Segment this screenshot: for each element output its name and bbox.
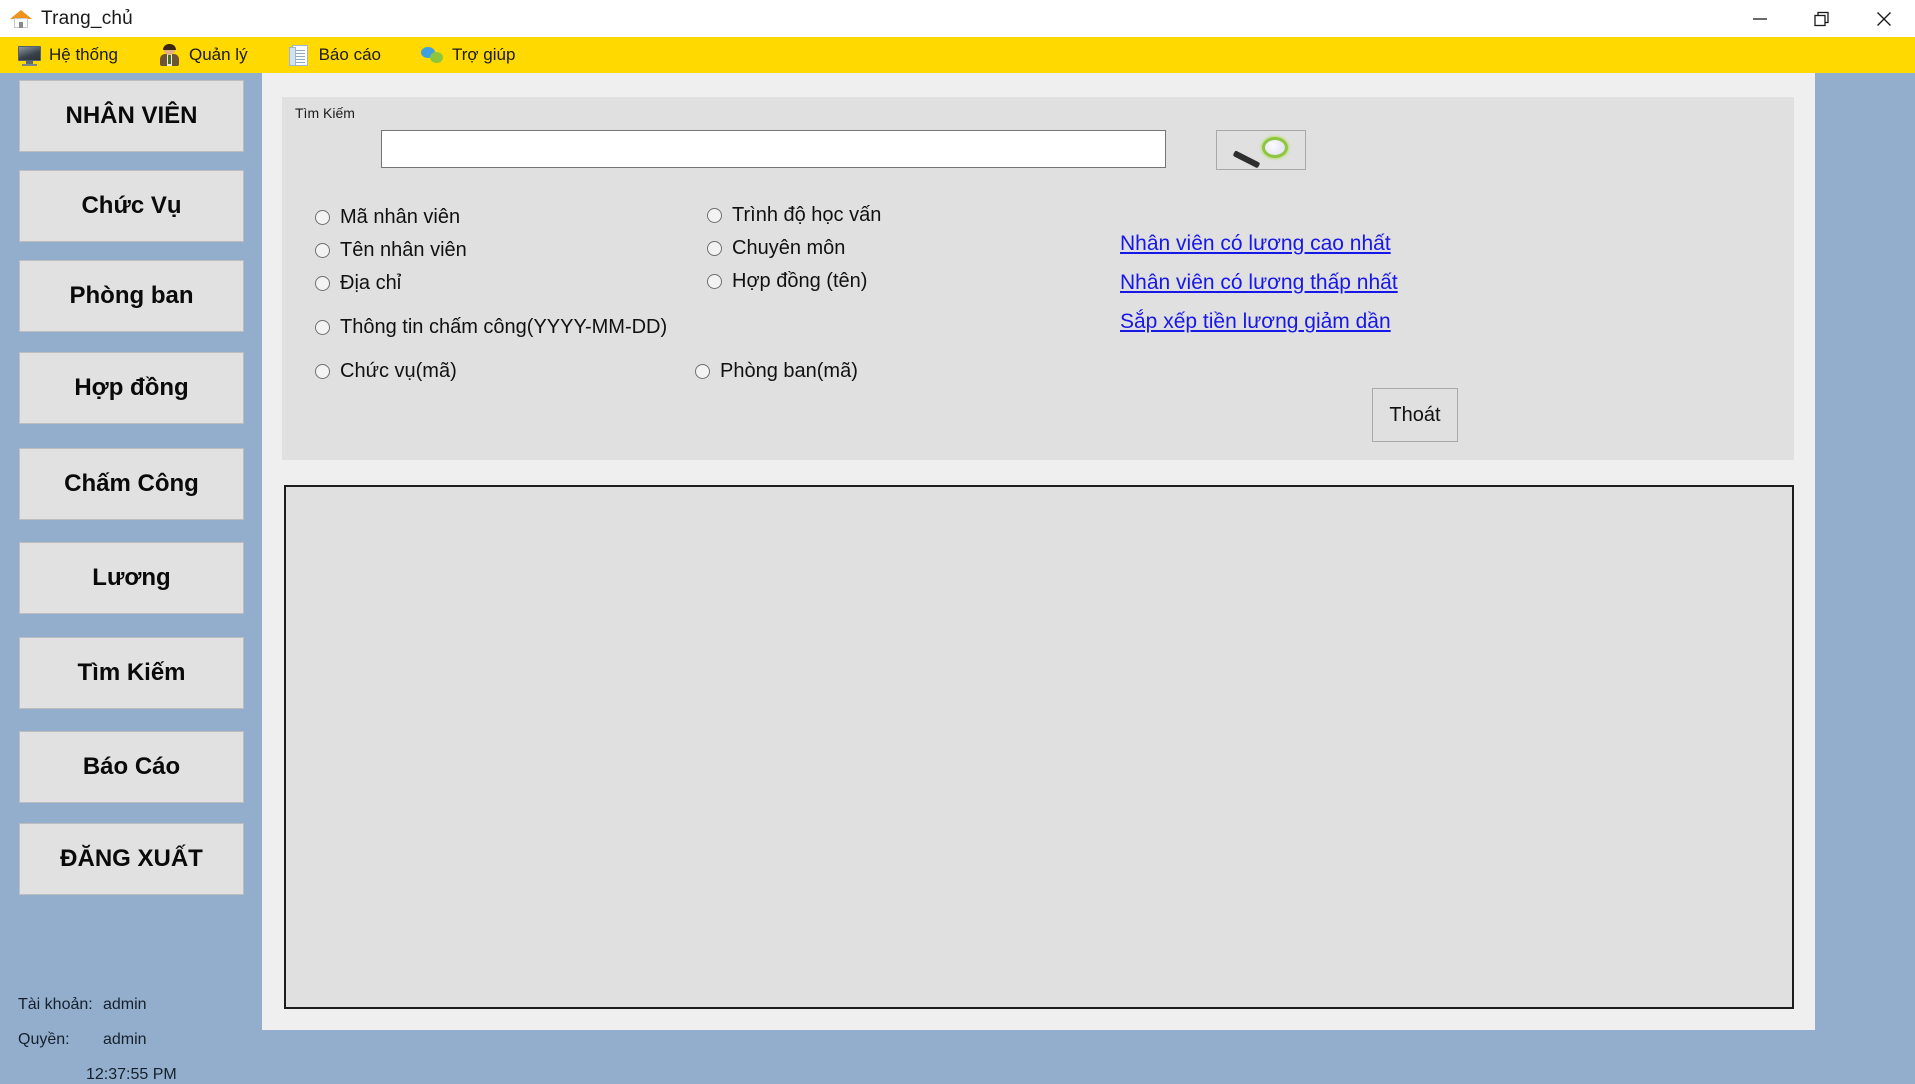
menu-item-label: Quản lý <box>189 45 248 64</box>
radio-thong-tin-cham-cong[interactable]: Thông tin chấm công(YYYY-MM-DD) <box>315 316 667 339</box>
sidebar-item-phong-ban[interactable]: Phòng ban <box>19 260 244 332</box>
menu-item-he-thong[interactable]: Hệ thống <box>18 45 118 66</box>
sidebar-item-nhan-vien[interactable]: NHÂN VIÊN <box>19 80 244 152</box>
radio-hop-dong-ten[interactable]: Hợp đồng (tên) <box>707 270 867 293</box>
role-label: Quyền: <box>18 1031 70 1048</box>
sidebar-item-hop-dong[interactable]: Hợp đồng <box>19 352 244 424</box>
document-icon <box>288 44 311 66</box>
menu-item-quan-ly[interactable]: Quản lý <box>158 43 248 66</box>
sidebar-item-label: Chức Vụ <box>81 192 182 219</box>
sidebar-item-label: Phòng ban <box>69 282 194 309</box>
sidebar-item-dang-xuat[interactable]: ĐĂNG XUẤT <box>19 823 244 895</box>
radio-indicator <box>707 241 722 256</box>
radio-indicator <box>695 364 710 379</box>
radio-chuc-vu-ma[interactable]: Chức vụ(mã) <box>315 360 457 383</box>
radio-label: Trình độ học vấn <box>732 204 882 226</box>
account-label: Tài khoản: <box>18 996 93 1013</box>
radio-label: Địa chỉ <box>340 272 402 294</box>
link-luong-thap-nhat[interactable]: Nhân viên có lương thấp nhất <box>1120 271 1398 295</box>
menu-item-tro-giup[interactable]: Trợ giúp <box>420 45 516 66</box>
minimize-icon[interactable] <box>1729 0 1791 37</box>
sidebar-item-label: Hợp đồng <box>74 374 189 401</box>
window-title-group: Trang_chủ <box>10 0 133 37</box>
main-content: Tìm Kiếm Mã nhân viên Tên nhân viên Địa … <box>262 73 1815 1030</box>
radio-ma-nhan-vien[interactable]: Mã nhân viên <box>315 206 460 229</box>
close-icon[interactable] <box>1853 0 1915 37</box>
radio-label: Chức vụ(mã) <box>340 360 457 382</box>
sidebar-item-label: NHÂN VIÊN <box>65 102 198 129</box>
sidebar-item-luong[interactable]: Lương <box>19 542 244 614</box>
clock-text: 12:37:55 PM <box>86 1066 177 1083</box>
search-input[interactable] <box>381 130 1166 168</box>
radio-indicator <box>315 320 330 335</box>
radio-indicator <box>707 208 722 223</box>
home-icon <box>10 9 32 29</box>
sidebar-item-cham-cong[interactable]: Chấm Công <box>19 448 244 520</box>
radio-chuyen-mon[interactable]: Chuyên môn <box>707 237 845 260</box>
radio-ten-nhan-vien[interactable]: Tên nhân viên <box>315 239 467 262</box>
radio-label: Chuyên môn <box>732 237 846 259</box>
radio-indicator <box>315 210 330 225</box>
sidebar-item-label: Báo Cáo <box>82 753 181 780</box>
radio-label: Thông tin chấm công(YYYY-MM-DD) <box>340 316 668 338</box>
radio-phong-ban-ma[interactable]: Phòng ban(mã) <box>695 360 858 383</box>
sidebar-item-label: Lương <box>92 564 171 591</box>
monitor-icon <box>18 45 41 66</box>
sidebar-item-label: Chấm Công <box>64 470 199 497</box>
sidebar-item-tim-kiem[interactable]: Tìm Kiếm <box>19 637 244 709</box>
menu-item-label: Hệ thống <box>49 45 118 64</box>
radio-label: Mã nhân viên <box>340 206 461 228</box>
link-sap-xep-giam-dan[interactable]: Sắp xếp tiền lương giảm dần <box>1120 310 1391 334</box>
link-luong-cao-nhat[interactable]: Nhân viên có lương cao nhất <box>1120 232 1391 256</box>
menu-bar: Hệ thống Quản lý Báo cáo Trợ giúp <box>0 37 1915 73</box>
exit-button[interactable]: Thoát <box>1372 388 1458 442</box>
radio-indicator <box>707 274 722 289</box>
person-icon <box>158 43 181 66</box>
radio-indicator <box>315 276 330 291</box>
radio-label: Phòng ban(mã) <box>720 360 858 382</box>
sidebar-item-bao-cao[interactable]: Báo Cáo <box>19 731 244 803</box>
magnifier-icon <box>1228 137 1294 169</box>
account-row: Tài khoản: admin <box>18 996 258 1014</box>
role-row: Quyền: admin <box>18 1031 258 1049</box>
exit-button-label: Thoát <box>1389 403 1441 426</box>
menu-item-label: Báo cáo <box>318 45 381 64</box>
menu-item-bao-cao[interactable]: Báo cáo <box>288 44 381 66</box>
radio-trinh-do-hoc-van[interactable]: Trình độ học vấn <box>707 204 881 227</box>
restore-icon[interactable] <box>1791 0 1853 37</box>
chat-icon <box>420 45 444 66</box>
sidebar-item-label: Tìm Kiếm <box>77 659 186 686</box>
results-table[interactable] <box>284 485 1794 1009</box>
radio-indicator <box>315 364 330 379</box>
radio-indicator <box>315 243 330 258</box>
window-title-bar: Trang_chủ <box>0 0 1915 37</box>
radio-label: Hợp đồng (tên) <box>732 270 868 292</box>
radio-dia-chi[interactable]: Địa chỉ <box>315 272 401 295</box>
sidebar: NHÂN VIÊN Chức Vụ Phòng ban Hợp đồng Chấ… <box>0 73 262 1083</box>
radio-label: Tên nhân viên <box>340 239 467 261</box>
sidebar-item-label: ĐĂNG XUẤT <box>60 845 203 872</box>
sidebar-item-chuc-vu[interactable]: Chức Vụ <box>19 170 244 242</box>
role-value: admin <box>103 1031 147 1048</box>
account-info: Tài khoản: admin Quyền: admin 12:37:55 P… <box>18 996 258 1084</box>
account-value: admin <box>103 996 147 1013</box>
window-title: Trang_chủ <box>41 7 133 29</box>
menu-item-label: Trợ giúp <box>451 45 516 64</box>
search-button[interactable] <box>1216 130 1306 170</box>
search-group-box: Tìm Kiếm Mã nhân viên Tên nhân viên Địa … <box>282 97 1794 460</box>
search-group-label: Tìm Kiếm <box>295 105 355 121</box>
window-controls <box>1729 0 1915 37</box>
